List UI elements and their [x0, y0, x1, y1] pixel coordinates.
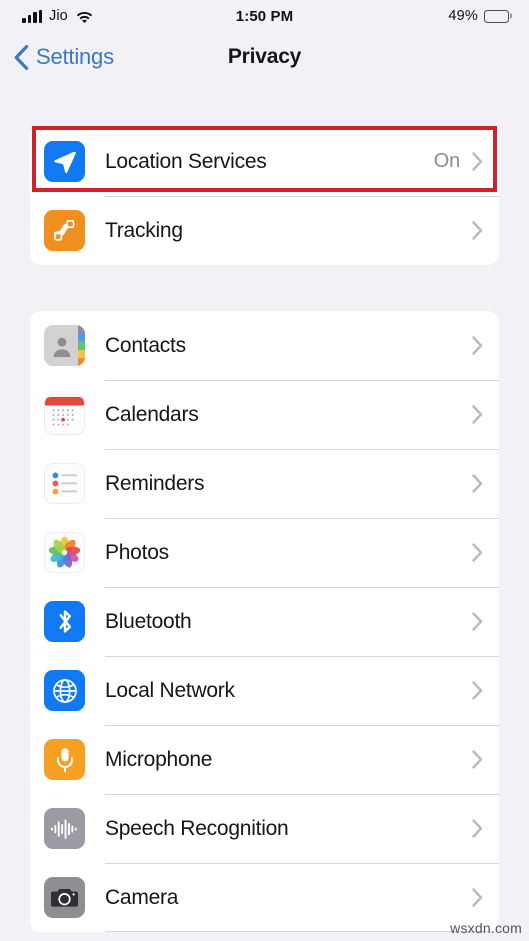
row-label: Local Network	[105, 678, 235, 702]
watermark: wsxdn.com	[450, 920, 522, 936]
navigation-bar: Settings Privacy	[0, 32, 529, 82]
carrier-label: Jio	[49, 8, 68, 24]
row-label: Reminders	[105, 471, 205, 495]
waveform-icon	[44, 808, 85, 849]
row-location-services[interactable]: Location Services On	[30, 127, 499, 196]
row-reminders[interactable]: Reminders	[30, 449, 499, 518]
row-label: Microphone	[105, 747, 213, 771]
row-photos[interactable]: Photos	[30, 518, 499, 587]
status-bar: Jio 1:50 PM 49%	[0, 0, 529, 32]
settings-group-privacy: Location Services On Tracking	[30, 127, 499, 265]
row-label: Speech Recognition	[105, 816, 289, 840]
chevron-right-icon	[472, 750, 483, 769]
row-label: Contacts	[105, 333, 186, 357]
globe-icon	[44, 670, 85, 711]
row-label: Calendars	[105, 402, 199, 426]
chevron-right-icon	[472, 405, 483, 424]
back-button[interactable]: Settings	[0, 44, 114, 70]
row-calendars[interactable]: Calendars	[30, 380, 499, 449]
row-label: Camera	[105, 885, 179, 909]
cellular-signal-icon	[22, 9, 42, 23]
chevron-right-icon	[472, 336, 483, 355]
chevron-left-icon	[14, 44, 29, 70]
contacts-tabs	[78, 325, 85, 366]
back-button-label: Settings	[36, 44, 114, 69]
battery-icon	[484, 9, 509, 23]
row-bluetooth[interactable]: Bluetooth	[30, 587, 499, 656]
tracking-icon	[44, 210, 85, 251]
chevron-right-icon	[472, 221, 483, 240]
photos-icon	[44, 532, 85, 573]
microphone-icon	[44, 739, 85, 780]
settings-list[interactable]: Location Services On Tracking Contacts C…	[0, 82, 529, 941]
calendar-icon	[44, 394, 85, 435]
status-bar-left: Jio	[22, 8, 93, 24]
row-contacts[interactable]: Contacts	[30, 311, 499, 380]
row-microphone[interactable]: Microphone	[30, 725, 499, 794]
row-label: Bluetooth	[105, 609, 192, 633]
chevron-right-icon	[472, 612, 483, 631]
bluetooth-icon	[44, 601, 85, 642]
location-arrow-icon	[44, 141, 85, 182]
row-speech-recognition[interactable]: Speech Recognition	[30, 794, 499, 863]
row-label: Tracking	[105, 218, 183, 242]
chevron-right-icon	[472, 681, 483, 700]
chevron-right-icon	[472, 152, 483, 171]
chevron-right-icon	[472, 819, 483, 838]
chevron-right-icon	[472, 543, 483, 562]
row-local-network[interactable]: Local Network	[30, 656, 499, 725]
camera-icon	[44, 877, 85, 918]
row-camera[interactable]: Camera	[30, 863, 499, 932]
location-services-value: On	[433, 150, 460, 172]
row-tracking[interactable]: Tracking	[30, 196, 499, 265]
settings-group-permissions: Contacts Calendars Reminders Photos Blue…	[30, 311, 499, 932]
row-label: Photos	[105, 540, 169, 564]
row-label: Location Services	[105, 149, 267, 173]
battery-percent-label: 49%	[448, 8, 478, 24]
reminders-icon	[44, 463, 85, 504]
contacts-icon	[44, 325, 85, 366]
chevron-right-icon	[472, 888, 483, 907]
status-bar-right: 49%	[448, 8, 509, 24]
chevron-right-icon	[472, 474, 483, 493]
wifi-icon	[76, 11, 93, 23]
